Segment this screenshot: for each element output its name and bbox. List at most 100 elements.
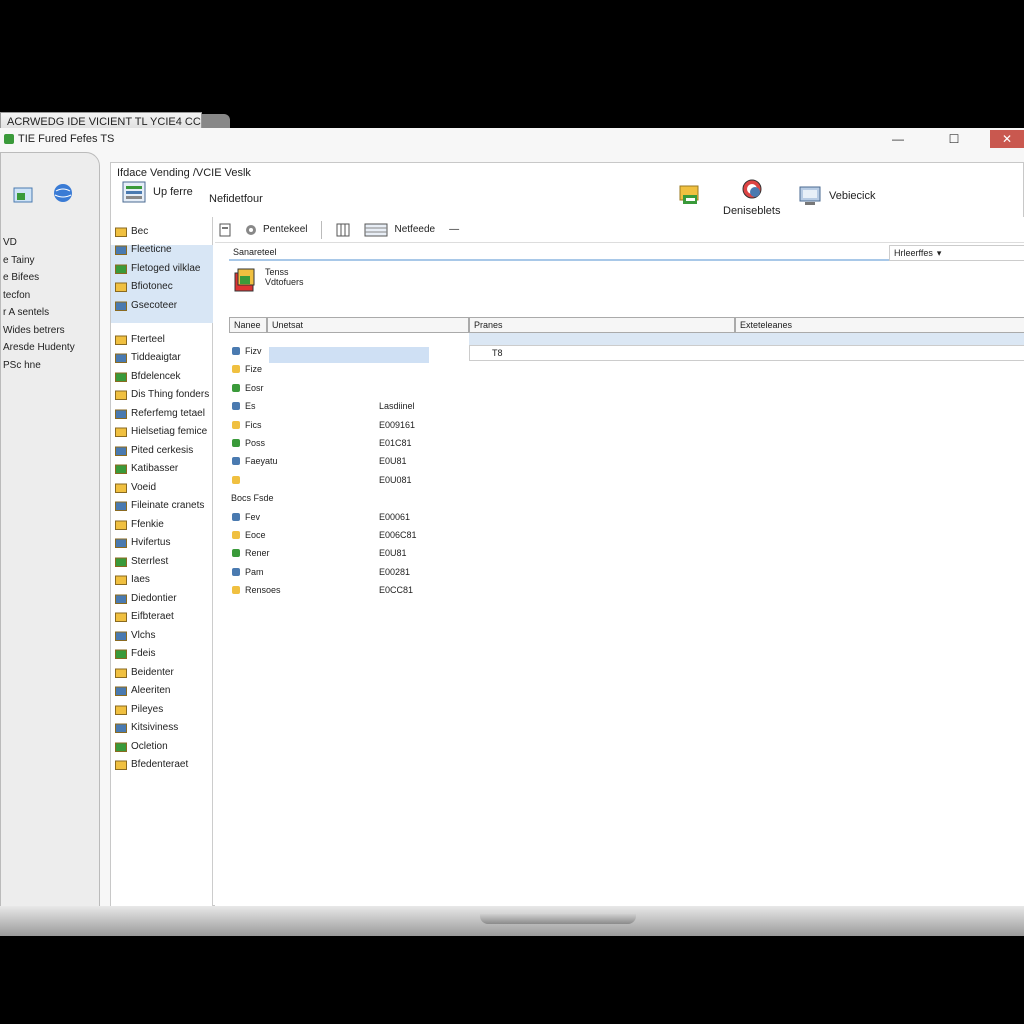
sidebar-item[interactable]: Bfiotonec [115, 279, 213, 295]
sidebar-item-label: Referfemg tetael [131, 407, 205, 419]
file-icon [232, 586, 240, 595]
file-value: E006C81 [379, 530, 417, 540]
left-pane-item[interactable]: e Tainy [1, 255, 99, 271]
column-header-unetsat[interactable]: Unetsat [267, 317, 469, 333]
close-button[interactable]: ✕ [990, 130, 1024, 148]
left-pane-item[interactable]: tecfon [1, 290, 99, 306]
folder-icon [115, 245, 127, 255]
sidebar-item[interactable]: Ocletion [115, 738, 213, 754]
sidebar-item-label: Kitsiviness [131, 722, 179, 733]
folder-icon [115, 335, 127, 345]
toolbar-button-network[interactable] [677, 181, 703, 207]
search-input[interactable]: Hrleerffes ▾ [889, 245, 1024, 261]
file-icon [232, 439, 240, 447]
sidebar-item[interactable]: Fterteel [115, 331, 213, 347]
left-pane-item[interactable]: e Bifees [1, 272, 99, 288]
maximize-button[interactable]: ☐ [932, 130, 976, 148]
file-icon [232, 549, 240, 558]
sidebar-item[interactable]: Hvifertus [115, 535, 213, 551]
details-row[interactable]: T8 [469, 345, 1024, 361]
sidebar-item[interactable]: Hielsetiag femice [115, 424, 213, 440]
sidebar-item[interactable]: Bec [115, 223, 213, 239]
file-name: Fizv [245, 346, 262, 356]
sidebar-item[interactable]: Gsecoteer [115, 297, 213, 313]
cmd-label: Netfeede [394, 224, 436, 235]
sidebar-item[interactable]: Katibasser [115, 461, 213, 477]
folder-icon [115, 760, 127, 770]
sidebar-item[interactable]: Sterrlest [115, 553, 213, 569]
minimize-button[interactable]: — [876, 130, 920, 148]
toolbar-button-deniseblets[interactable]: Deniseblets [723, 177, 780, 217]
image-icon[interactable] [13, 185, 33, 205]
sidebar-item[interactable]: Aleeriten [115, 683, 213, 699]
cmd-more-button[interactable]: — [449, 224, 459, 235]
folder-icon [115, 557, 127, 567]
grid-icon [364, 223, 388, 236]
left-pane-item[interactable]: PSc hne [1, 360, 99, 376]
sidebar-item[interactable]: Iaes [115, 572, 213, 588]
cmd-label: Pentekeel [263, 224, 308, 235]
file-icon [232, 531, 240, 539]
column-header-name[interactable]: Nanee [229, 317, 267, 333]
toolbar-label: Deniseblets [723, 205, 781, 217]
sidebar-item[interactable]: Ffenkie [115, 516, 213, 532]
left-pane-item[interactable]: Aresde Hudenty [1, 342, 99, 358]
left-pane-item[interactable]: Wides betrers [1, 325, 99, 341]
globe-icon[interactable] [53, 183, 73, 203]
file-value [379, 380, 439, 396]
sidebar-item-label: Vlchs [131, 629, 156, 641]
cmd-view-button[interactable] [219, 223, 231, 237]
folder-icon [115, 483, 127, 493]
file-value: E0CC81 [379, 585, 414, 596]
column-header-extensions[interactable]: Exteteleanes [735, 317, 1024, 333]
sidebar-item[interactable]: Voeid [115, 479, 213, 495]
sidebar-item[interactable]: Beidenter [115, 664, 213, 680]
sidebar-item[interactable]: Diedontier [115, 590, 213, 606]
folder-icon [115, 686, 127, 696]
sidebar-item[interactable]: Eifbteraet [115, 609, 213, 625]
file-name: Eoce [245, 530, 266, 540]
file-icon [232, 567, 240, 576]
sidebar-item[interactable]: Fletoged vilklae [115, 260, 213, 276]
sidebar-item[interactable]: Referfemg tetael [115, 405, 213, 421]
column-header-pranes[interactable]: Pranes [469, 317, 735, 333]
view-icon [219, 223, 231, 236]
cmd-netfeede-button[interactable]: Netfeede [364, 223, 435, 237]
left-pane-item[interactable]: VD [1, 237, 99, 253]
sidebar-item[interactable]: Tiddeaigtar [115, 350, 213, 366]
sidebar-item-label: Diedontier [131, 592, 177, 604]
sidebar-item-label: Fdeis [131, 648, 156, 659]
sidebar-item-label: Iaes [131, 574, 150, 585]
toolbar-divider [321, 220, 323, 239]
file-value: E00061 [379, 511, 411, 522]
toolbar-button-nefidetfour[interactable]: Nefidetfour [209, 193, 263, 205]
sidebar-item-label: Pited cerkesis [131, 444, 194, 456]
selection-band [469, 333, 1024, 345]
file-value [379, 490, 439, 506]
sidebar-item[interactable]: Fileinate cranets [115, 498, 213, 514]
app-logo-icon [4, 134, 14, 144]
file-value: E009161 [379, 419, 416, 430]
sidebar-item[interactable]: Dis Thing fonders [115, 387, 213, 403]
sidebar-item[interactable]: Fleeticne [115, 242, 213, 258]
folder-icon [115, 742, 127, 752]
file-name: Fize [245, 364, 263, 375]
cmd-pentekeel-button[interactable]: Pentekeel [245, 224, 307, 236]
sidebar-item[interactable]: Bfedenteraet [115, 757, 213, 773]
sidebar-item[interactable]: Pited cerkesis [115, 442, 213, 458]
folder-icon [115, 390, 127, 400]
sidebar-item-label: Tiddeaigtar [131, 352, 181, 363]
address-bar[interactable]: Sanareteel [229, 245, 889, 261]
toolbar-button-vebiecick[interactable]: Vebiecick [797, 183, 875, 209]
file-icon [232, 457, 240, 466]
command-bar: Pentekeel Netfeede — [215, 217, 1024, 243]
sidebar-item[interactable]: Pileyes [115, 701, 213, 717]
outer-window-title: TIE Fured Fefes TS [0, 130, 120, 148]
left-pane-item[interactable]: r A sentels [1, 307, 99, 323]
sidebar-item[interactable]: Vlchs [115, 627, 213, 643]
toolbar-button-upferre[interactable]: Up ferre [121, 179, 193, 205]
cmd-columns-button[interactable] [336, 223, 350, 237]
sidebar-item[interactable]: Bfdelencek [115, 368, 213, 384]
sidebar-item[interactable]: Kitsiviness [115, 720, 213, 736]
sidebar-item[interactable]: Fdeis [115, 646, 213, 662]
